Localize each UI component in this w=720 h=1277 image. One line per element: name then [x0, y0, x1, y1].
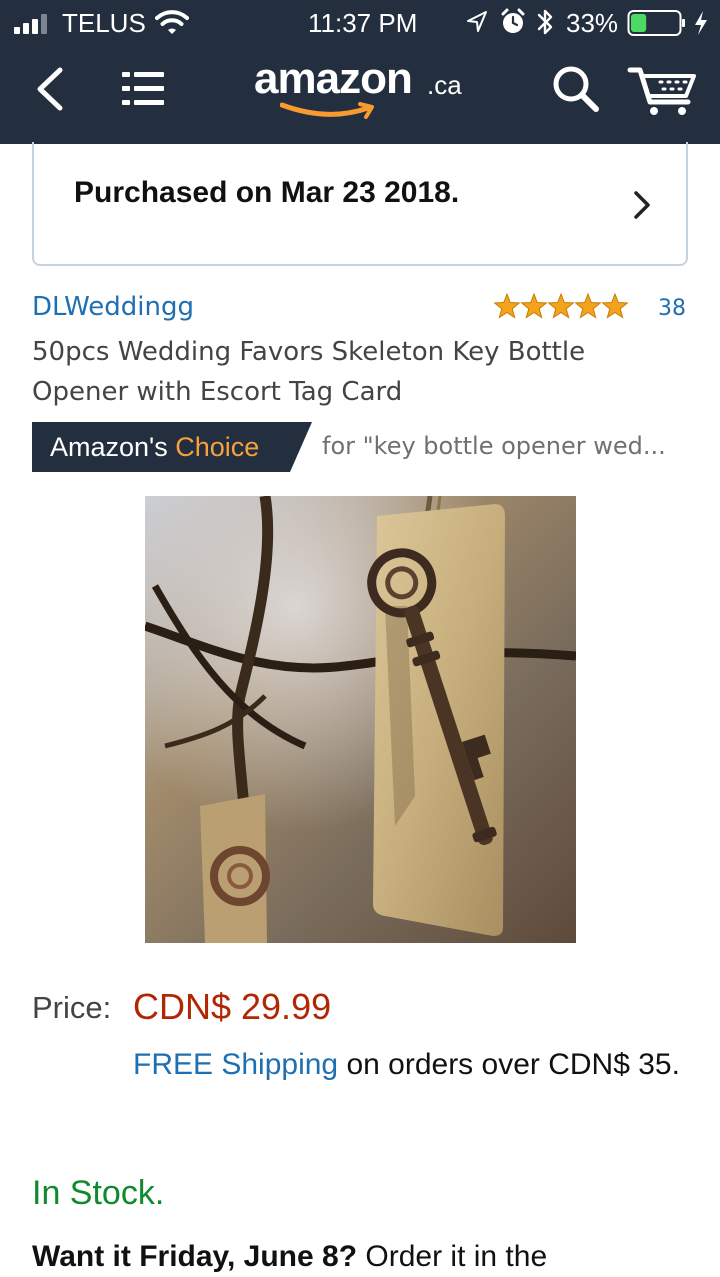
cart-icon	[627, 67, 696, 115]
wifi-icon	[155, 10, 189, 34]
location-icon	[467, 11, 487, 32]
product-title: 50pcs Wedding Favors Skeleton Key Bottle…	[32, 337, 586, 407]
delivery-date: Want it Friday, June 8?	[32, 1240, 358, 1273]
logo-smile-icon	[280, 102, 374, 119]
amazon-logo[interactable]: amazon .ca	[254, 54, 484, 124]
delivery-condition: Order it in the	[357, 1240, 548, 1273]
logo-word: amazon	[254, 54, 413, 103]
battery-icon	[627, 10, 685, 36]
badge-prefix: Amazon's	[50, 432, 176, 462]
battery-percent: 33%	[566, 8, 619, 38]
bluetooth-icon	[537, 9, 553, 35]
star-icon	[547, 292, 575, 319]
purchased-date-text: Purchased on Mar 23 2018.	[74, 176, 460, 209]
free-shipping-link[interactable]: FREE Shipping	[133, 1048, 338, 1081]
back-icon	[37, 67, 63, 111]
purchase-history-banner[interactable]: Purchased on Mar 23 2018.	[32, 142, 688, 266]
star-icon	[520, 292, 548, 319]
shipping-info: FREE Shipping on orders over CDN$ 35.	[133, 1043, 693, 1087]
search-icon	[553, 66, 599, 112]
menu-icon	[122, 72, 164, 105]
price-label: Price:	[32, 990, 112, 1025]
logo-domain: .ca	[427, 70, 462, 100]
clock-time: 11:37 PM	[308, 8, 418, 38]
badge-query-text: for "key bottle opener wed...	[322, 432, 666, 460]
search-button[interactable]	[548, 62, 604, 118]
star-rating[interactable]	[494, 292, 628, 322]
shipping-terms: on orders over CDN$ 35.	[338, 1048, 680, 1081]
delivery-promise: Want it Friday, June 8? Order it in the	[32, 1240, 712, 1274]
badge-text: Amazon's Choice	[50, 432, 259, 463]
brand-link[interactable]: DLWeddingg	[32, 292, 194, 322]
badge-highlight: Choice	[175, 432, 260, 462]
price-value: CDN$ 29.99	[133, 986, 332, 1027]
rating-count[interactable]: 38	[658, 296, 686, 321]
back-button[interactable]	[28, 62, 72, 116]
chevron-right-icon	[634, 191, 650, 219]
alarm-icon	[501, 8, 525, 33]
status-bar: TELUS 11:37 PM 33%	[0, 0, 720, 46]
star-icon	[574, 292, 602, 319]
top-bar: TELUS 11:37 PM 33% amazon .ca	[0, 0, 720, 144]
charging-icon	[695, 11, 707, 35]
stock-status: In Stock.	[32, 1174, 165, 1212]
cart-button[interactable]	[626, 64, 700, 120]
star-icon	[601, 292, 628, 319]
product-image[interactable]	[145, 496, 576, 943]
carrier-name: TELUS	[62, 8, 146, 38]
amazons-choice-badge: Amazon's Choice	[32, 422, 312, 472]
star-icon	[494, 292, 521, 319]
menu-button[interactable]	[118, 66, 168, 112]
